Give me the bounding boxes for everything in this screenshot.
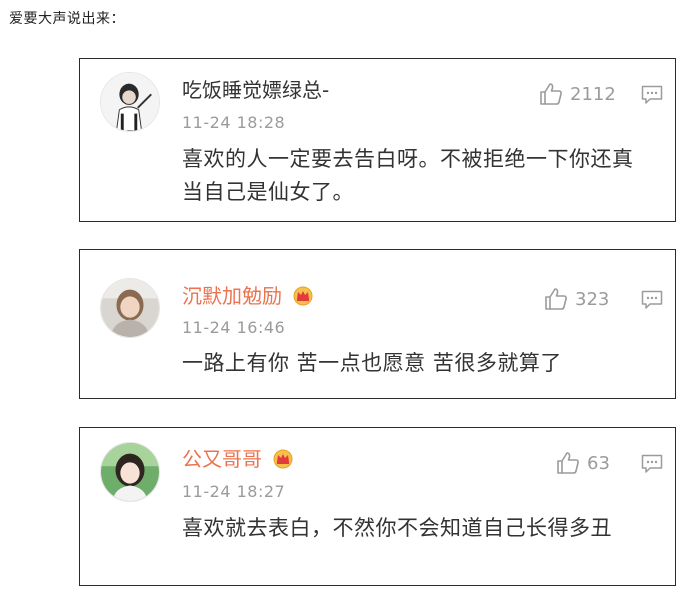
like-button[interactable]: 2112 — [538, 81, 616, 107]
comment-username[interactable]: 沉默加勉励 — [182, 284, 314, 308]
avatar[interactable] — [100, 72, 160, 132]
username-text[interactable]: 沉默加勉励 — [182, 284, 282, 308]
comment-username[interactable]: 公又哥哥 — [182, 447, 294, 471]
comment-bubble-icon[interactable] — [641, 85, 663, 105]
crown-icon — [293, 286, 313, 306]
thumbs-up-icon — [545, 288, 567, 310]
comment-timestamp: 11-24 18:27 — [182, 482, 286, 501]
comment-text: 一路上有你 苦一点也愿意 苦很多就算了 — [182, 351, 562, 375]
comment-card: 沉默加勉励 11-24 16:46 323 一路上有你 苦一点也愿意 苦很多就算… — [79, 249, 676, 399]
avatar-image — [101, 443, 159, 501]
like-button[interactable]: 323 — [543, 286, 609, 312]
comment-bubble-icon[interactable] — [641, 290, 663, 310]
comment-timestamp: 11-24 16:46 — [182, 318, 286, 337]
thumbs-up-icon — [540, 83, 562, 105]
like-button[interactable]: 63 — [555, 450, 610, 476]
comment-bubble-icon[interactable] — [641, 454, 663, 474]
username-text[interactable]: 吃饭睡觉嫖绿总- — [182, 78, 329, 102]
avatar[interactable] — [100, 278, 160, 338]
bottom-gap — [318, 586, 414, 600]
comment-username[interactable]: 吃饭睡觉嫖绿总- — [182, 78, 329, 102]
crown-icon — [273, 449, 293, 469]
post-caption: 爱要大声说出来： — [9, 11, 125, 27]
like-count: 2112 — [570, 83, 616, 105]
thumbs-up-icon — [557, 452, 579, 474]
username-text[interactable]: 公又哥哥 — [182, 447, 262, 471]
comment-text: 喜欢就去表白，不然你不会知道自己长得多丑 — [182, 516, 612, 540]
comment-text: 喜欢的人一定要去告白呀。不被拒绝一下你还真当自己是仙女了。 — [182, 147, 634, 204]
like-count: 63 — [587, 452, 610, 474]
avatar-image — [101, 73, 159, 131]
avatar[interactable] — [100, 442, 160, 502]
comment-timestamp: 11-24 18:28 — [182, 113, 286, 132]
avatar-image — [101, 279, 159, 337]
comment-card: 公又哥哥 11-24 18:27 63 喜欢就去表白，不然你不会知道自己长得多丑 — [79, 427, 676, 586]
comment-card: 吃饭睡觉嫖绿总- 11-24 18:28 2112 喜欢的人一定要去告白呀。不被… — [79, 58, 676, 222]
like-count: 323 — [575, 288, 610, 310]
